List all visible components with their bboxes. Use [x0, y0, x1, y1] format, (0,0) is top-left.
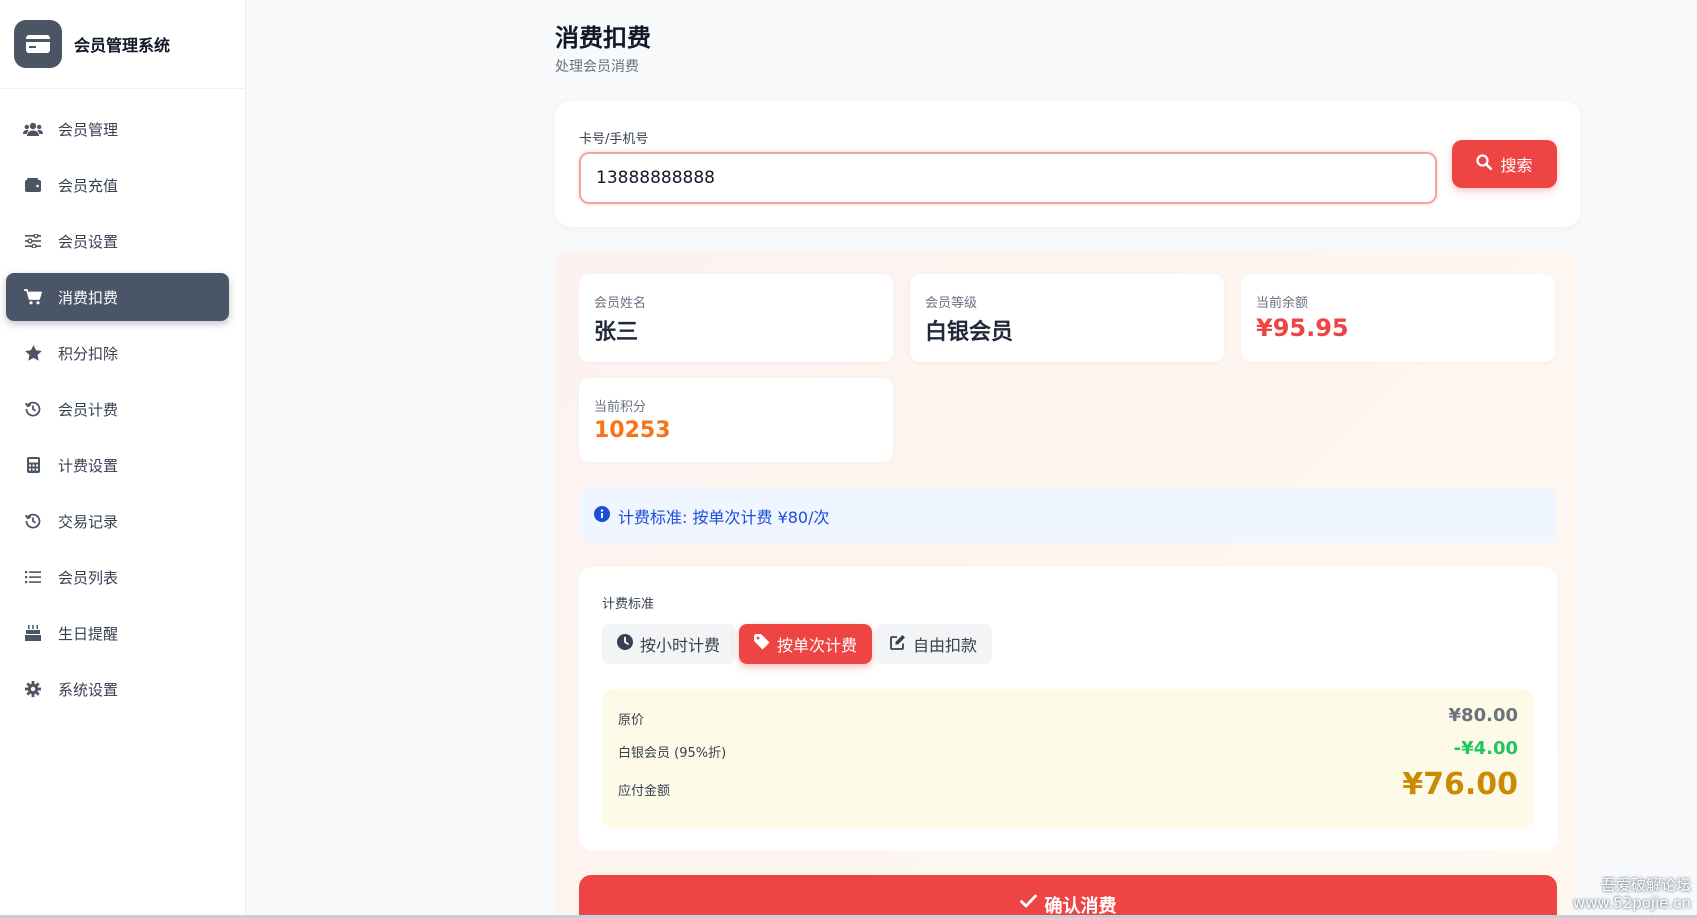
member-balance-card: 当前余额 ¥95.95	[1241, 274, 1555, 362]
watermark: 吾爱破解论坛 www.52pojie.cn	[1573, 876, 1691, 912]
sidebar: 会员管理系统 会员管理 会员充值 会员设置 消费扣费 积分扣除 会员计费 计费设…	[0, 0, 246, 918]
billing-notice-text: 计费标准: 按单次计费 ¥80/次	[618, 507, 830, 527]
mode-hourly-label: 按小时计费	[640, 636, 721, 655]
discount-value: -¥4.00	[1453, 738, 1518, 759]
sliders-icon	[23, 231, 43, 251]
credit-card-icon	[14, 20, 62, 68]
watermark-line1: 吾爱破解论坛	[1600, 876, 1691, 894]
star-icon	[23, 343, 43, 363]
sidebar-item-label: 交易记录	[58, 512, 119, 531]
page-subtitle: 处理会员消费	[555, 59, 639, 75]
member-level: 白银会员	[925, 320, 1014, 345]
member-name: 张三	[594, 320, 639, 345]
sidebar-item-label: 积分扣除	[58, 344, 119, 363]
member-level-label: 会员等级	[925, 296, 978, 311]
sidebar-item-transactions[interactable]: 交易记录	[6, 497, 229, 545]
member-name-card: 会员姓名 张三	[579, 274, 893, 362]
original-price-label: 原价	[618, 713, 645, 728]
sidebar-item-label: 会员充值	[58, 176, 119, 195]
calculator-icon	[23, 455, 43, 475]
sidebar-item-label: 消费扣费	[58, 288, 119, 307]
sidebar-item-label: 计费设置	[58, 456, 119, 475]
sidebar-item-member-settings[interactable]: 会员设置	[6, 217, 229, 265]
member-name-label: 会员姓名	[594, 296, 647, 311]
cake-icon	[23, 623, 43, 643]
billing-card: 计费标准 按小时计费 按单次计费 自由扣款 原价 ¥80.00 白银会员 (95…	[579, 567, 1557, 851]
sidebar-item-member-management[interactable]: 会员管理	[6, 105, 229, 153]
history-icon	[23, 399, 43, 419]
mode-hourly-button[interactable]: 按小时计费	[602, 624, 736, 664]
sidebar-item-birthday[interactable]: 生日提醒	[6, 609, 229, 657]
member-balance: ¥95.95	[1256, 314, 1349, 342]
search-button[interactable]: 搜索	[1452, 140, 1557, 188]
sidebar-item-label: 会员管理	[58, 120, 119, 139]
search-input[interactable]	[579, 152, 1437, 204]
watermark-line2: www.52pojie.cn	[1572, 894, 1691, 912]
mode-free-deduction-label: 自由扣款	[913, 636, 978, 655]
sidebar-item-system-settings[interactable]: 系统设置	[6, 665, 229, 713]
mode-free-deduction-button[interactable]: 自由扣款	[875, 624, 993, 664]
discount-label: 白银会员 (95%折)	[618, 746, 727, 761]
member-points: 10253	[594, 418, 671, 443]
users-icon	[23, 119, 43, 139]
tag-icon	[754, 634, 770, 654]
search-button-label: 搜索	[1500, 156, 1533, 175]
sidebar-item-billing-settings[interactable]: 计费设置	[6, 441, 229, 489]
sidebar-item-label: 生日提醒	[58, 624, 119, 643]
check-icon	[1019, 892, 1037, 913]
app-title: 会员管理系统	[74, 36, 171, 55]
member-balance-label: 当前余额	[1256, 296, 1309, 311]
edit-icon	[890, 634, 906, 654]
search-card: 卡号/手机号 搜索	[555, 101, 1580, 227]
member-points-card: 当前积分 10253	[579, 378, 893, 462]
member-level-card: 会员等级 白银会员	[910, 274, 1224, 362]
mode-per-visit-button[interactable]: 按单次计费	[739, 624, 873, 664]
sidebar-item-member-list[interactable]: 会员列表	[6, 553, 229, 601]
gear-icon	[23, 679, 43, 699]
history-icon	[23, 511, 43, 531]
sidebar-item-consumption[interactable]: 消费扣费	[6, 273, 229, 321]
price-summary: 原价 ¥80.00 白银会员 (95%折) -¥4.00 应付金额 ¥76.00	[602, 689, 1534, 829]
mode-per-visit-label: 按单次计费	[777, 636, 858, 655]
member-info-panel: 会员姓名 张三 会员等级 白银会员 当前余额 ¥95.95 当前积分 10253…	[555, 251, 1580, 918]
sidebar-item-label: 会员计费	[58, 400, 119, 419]
cart-icon	[23, 287, 43, 307]
sidebar-item-label: 会员设置	[58, 232, 119, 251]
info-icon	[594, 505, 610, 526]
sidebar-item-member-recharge[interactable]: 会员充值	[6, 161, 229, 209]
sidebar-nav: 会员管理 会员充值 会员设置 消费扣费 积分扣除 会员计费 计费设置 交易记录	[0, 89, 245, 713]
confirm-consumption-button[interactable]: 确认消费	[579, 875, 1557, 918]
payable-label: 应付金额	[618, 784, 671, 799]
payable-amount: ¥76.00	[1402, 767, 1518, 802]
sidebar-item-label: 会员列表	[58, 568, 119, 587]
sidebar-item-member-billing[interactable]: 会员计费	[6, 385, 229, 433]
sidebar-item-label: 系统设置	[58, 680, 119, 699]
sidebar-item-points-deduction[interactable]: 积分扣除	[6, 329, 229, 377]
brand: 会员管理系统	[0, 0, 245, 89]
list-icon	[23, 567, 43, 587]
billing-notice: 计费标准: 按单次计费 ¥80/次	[579, 488, 1557, 543]
search-icon	[1476, 154, 1493, 174]
clock-icon	[617, 634, 633, 654]
page-title: 消费扣费	[555, 24, 651, 52]
member-points-label: 当前积分	[594, 400, 647, 415]
original-price: ¥80.00	[1448, 705, 1518, 726]
search-label: 卡号/手机号	[579, 132, 649, 147]
wallet-icon	[23, 175, 43, 195]
billing-label: 计费标准	[602, 597, 655, 612]
